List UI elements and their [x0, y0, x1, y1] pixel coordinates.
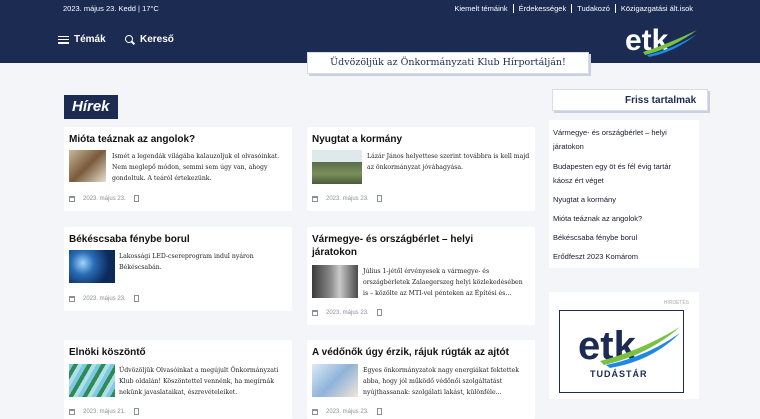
top-link-featured[interactable]: Kiemelt témáink	[449, 4, 512, 13]
article-date: 2023. május 23.	[83, 195, 126, 202]
article-title[interactable]: Elnöki köszöntő	[69, 346, 146, 359]
article-thumbnail[interactable]	[312, 150, 362, 184]
top-links: Kiemelt témáink Érdekességek Tudakozó Kö…	[449, 4, 698, 13]
recent-item[interactable]: járatokon	[553, 140, 693, 154]
article-date: 2023. május 23.	[326, 408, 369, 415]
article-thumbnail[interactable]	[69, 150, 106, 182]
top-bar: 2023. május 23. Kedd | 17°C Kiemelt témá…	[0, 0, 760, 17]
top-link-directory[interactable]: Tudakozó	[571, 4, 615, 13]
calendar-icon	[69, 295, 75, 302]
recent-item[interactable]: Erődfeszt 2023 Komárom	[553, 250, 693, 264]
search-icon	[125, 34, 135, 45]
article-date: 2023. május 23.	[326, 309, 369, 316]
ad-label: HIRDETÉS	[663, 300, 689, 306]
section-title: Hírek	[64, 95, 118, 119]
recent-item[interactable]: káosz ért véget	[553, 174, 693, 188]
recent-item[interactable]: Mióta teáznak az angolok?	[553, 212, 693, 226]
tudastar-banner[interactable]: etk TUDÁSTÁR	[559, 310, 684, 393]
etk-logo[interactable]: etk	[623, 22, 698, 58]
top-link-admin[interactable]: Közigazgatási ált.isok	[614, 4, 698, 13]
article-meta: 2023. május 23.	[312, 408, 382, 415]
sidebar-heading: Friss tartalmak	[625, 95, 697, 106]
article-thumbnail[interactable]	[69, 250, 115, 283]
article-card[interactable]: Vármegye- és országbérlet – helyi járatok…	[307, 227, 535, 325]
tudastar-logo-icon: etk	[578, 324, 680, 368]
calendar-icon	[69, 408, 75, 415]
article-card[interactable]: A védőnők úgy érzik, rájuk rúgták az ajt…	[307, 340, 535, 419]
top-link-curiosities[interactable]: Érdekességek	[512, 4, 572, 13]
topics-label: Témák	[74, 34, 106, 45]
topics-menu-button[interactable]: Témák	[58, 34, 106, 45]
article-title[interactable]: A védőnők úgy érzik, rájuk rúgták az ajt…	[312, 346, 509, 359]
bookmark-icon[interactable]	[133, 408, 139, 415]
recent-item[interactable]: Nyugtat a kormány	[553, 193, 693, 207]
article-thumbnail[interactable]	[69, 364, 115, 397]
date-weather: 2023. május 23. Kedd | 17°C	[63, 4, 159, 13]
calendar-icon	[69, 195, 75, 202]
article-excerpt: Ismét a legendák világába kalauzoljuk el…	[112, 153, 280, 182]
bookmark-icon[interactable]	[133, 295, 139, 302]
recent-item[interactable]: Vármegye- és országbérlet – helyi	[553, 126, 693, 140]
recent-item[interactable]: Békéscsaba fénybe borul	[553, 231, 693, 245]
article-title[interactable]: Békéscsaba fénybe borul	[69, 233, 190, 246]
article-meta: 2023. május 21.	[69, 408, 139, 415]
calendar-icon	[312, 195, 318, 202]
article-thumbnail[interactable]	[312, 364, 358, 397]
article-card[interactable]: Békéscsaba fénybe borul Lakossági LED-cs…	[64, 227, 292, 311]
recent-item[interactable]: Budapesten egy öt és fél évig tartár	[553, 160, 693, 174]
article-card[interactable]: Nyugtat a kormány Lázár János helyettese…	[307, 127, 535, 211]
article-excerpt: Lázár János helyettese szerint továbbra …	[367, 153, 530, 171]
article-title[interactable]: Vármegye- és országbérlet – helyi járatok…	[312, 233, 473, 259]
bookmark-icon[interactable]	[376, 408, 382, 415]
recent-content-list: Vármegye- és országbérlet – helyi járato…	[549, 120, 699, 268]
article-excerpt: Lakossági LED-csereprogram indul nyáron B…	[119, 253, 254, 271]
hamburger-icon	[58, 35, 69, 44]
search-button[interactable]: Kereső	[125, 34, 174, 45]
advertisement[interactable]: HIRDETÉS etk TUDÁSTÁR	[549, 292, 699, 399]
article-title[interactable]: Nyugtat a kormány	[312, 133, 402, 146]
article-excerpt: Július 1-jétől érvényesek a vármegye- és…	[363, 268, 523, 297]
article-meta: 2023. május 23.	[69, 195, 139, 202]
ad-text: TUDÁSTÁR	[590, 369, 648, 379]
article-excerpt: Üdvözöljük Olvasóinkat a megújult Önkorm…	[119, 367, 279, 396]
article-card[interactable]: Mióta teáznak az angolok? Ismét a legend…	[64, 127, 292, 211]
article-meta: 2023. május 23.	[69, 295, 139, 302]
search-label: Kereső	[140, 34, 174, 45]
article-excerpt: Egyes önkormányzatok nagy energiákat fek…	[363, 367, 519, 396]
calendar-icon	[312, 408, 318, 415]
sidebar-heading-box: Friss tartalmak	[552, 89, 708, 111]
article-meta: 2023. május 23.	[312, 309, 382, 316]
article-meta: 2023. május 23.	[312, 195, 382, 202]
welcome-banner: Üdvözöljük az Önkormányzati Klub Hírport…	[307, 52, 589, 74]
article-date: 2023. május 23.	[83, 295, 126, 302]
bookmark-icon[interactable]	[376, 195, 382, 202]
article-card[interactable]: Elnöki köszöntő Üdvözöljük Olvasóinkat a…	[64, 340, 292, 419]
article-date: 2023. május 23.	[326, 195, 369, 202]
bookmark-icon[interactable]	[376, 309, 382, 316]
article-date: 2023. május 21.	[83, 408, 126, 415]
calendar-icon	[312, 309, 318, 316]
bookmark-icon[interactable]	[133, 195, 139, 202]
article-thumbnail[interactable]	[312, 265, 358, 298]
article-title[interactable]: Mióta teáznak az angolok?	[69, 133, 195, 146]
